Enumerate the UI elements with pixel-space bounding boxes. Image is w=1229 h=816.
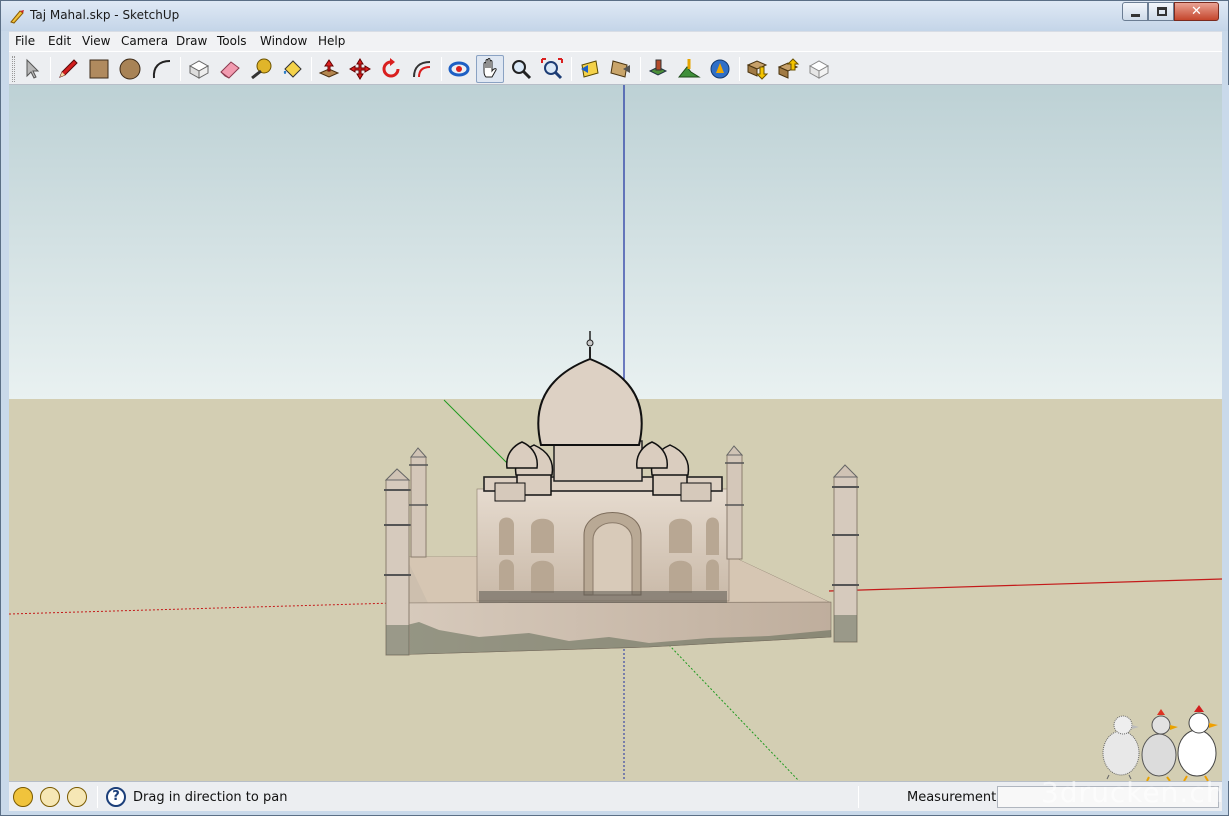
paint-bucket-icon <box>283 60 302 78</box>
tape-measure-icon <box>251 58 272 80</box>
toolbar-separator <box>180 57 181 81</box>
circle-icon <box>119 58 141 80</box>
minimize-button[interactable] <box>1122 2 1148 21</box>
offset-icon <box>413 61 431 78</box>
push-pull-icon <box>318 59 340 78</box>
window-title: Taj Mahal.skp - SketchUp <box>30 8 180 22</box>
line-tool[interactable] <box>54 55 82 83</box>
globe-icon <box>710 59 730 79</box>
status-separator <box>97 786 98 808</box>
move-tool[interactable] <box>346 55 374 83</box>
select-arrow-icon <box>26 58 40 79</box>
zoom-tool[interactable] <box>507 55 535 83</box>
minaret-back-left <box>409 447 428 558</box>
google-earth-tool[interactable] <box>706 55 734 83</box>
zoom-extents-tool[interactable] <box>538 55 566 83</box>
rotate-icon <box>382 58 400 78</box>
warehouse-icon <box>808 60 830 79</box>
next-view-icon <box>610 60 630 78</box>
orbit-tool[interactable] <box>445 55 473 83</box>
copyright-icon[interactable] <box>67 787 87 807</box>
orbit-icon <box>448 61 470 77</box>
minaret-front-right <box>832 464 859 643</box>
move-icon <box>349 58 371 80</box>
push-pull-tool[interactable] <box>315 55 343 83</box>
status-separator <box>858 786 859 808</box>
minaret-back-right <box>725 445 744 560</box>
sky <box>9 85 1222 399</box>
location-icon <box>648 59 668 76</box>
make-component-tool[interactable] <box>185 55 213 83</box>
3d-viewport[interactable] <box>9 85 1222 781</box>
menu-view[interactable]: View <box>82 34 110 48</box>
next-view-tool[interactable] <box>607 55 635 83</box>
eraser-icon <box>220 61 240 79</box>
arc-tool[interactable] <box>147 55 175 83</box>
previous-view-icon <box>581 60 599 78</box>
toolbar-separator <box>571 57 572 81</box>
extension-warehouse-tool[interactable] <box>805 55 833 83</box>
rectangle-tool[interactable] <box>85 55 113 83</box>
watermark: 3drucken.ch <box>1041 776 1225 809</box>
menu-camera[interactable]: Camera <box>121 34 168 48</box>
menu-tools[interactable]: Tools <box>217 34 247 48</box>
previous-view-tool[interactable] <box>576 55 604 83</box>
get-models-icon <box>746 60 769 80</box>
arc-icon <box>152 60 171 79</box>
toolbar-separator <box>739 57 740 81</box>
toolbar-separator <box>311 57 312 81</box>
close-button[interactable]: ✕ <box>1174 2 1219 21</box>
right-edge <box>1222 85 1229 781</box>
menu-bar: File Edit View Camera Draw Tools Window … <box>9 31 1222 51</box>
magnifier-icon <box>512 60 532 80</box>
menu-edit[interactable]: Edit <box>48 34 71 48</box>
toolbar-separator <box>50 57 51 81</box>
share-model-icon <box>777 58 800 79</box>
menu-draw[interactable]: Draw <box>176 34 207 48</box>
sketchup-window: Taj Mahal.skp - SketchUp ✕ File Edit Vie… <box>0 0 1229 816</box>
toolbar-grip[interactable] <box>12 56 15 82</box>
component-icon <box>188 60 210 79</box>
status-hint: Drag in direction to pan <box>133 790 288 805</box>
toggle-terrain-tool[interactable] <box>675 55 703 83</box>
maximize-icon <box>1157 7 1167 16</box>
menu-window[interactable]: Window <box>260 34 307 48</box>
menu-help[interactable]: Help <box>318 34 345 48</box>
offset-tool[interactable] <box>408 55 436 83</box>
instructor-help-icon[interactable]: ? <box>106 787 126 807</box>
pencil-icon <box>59 59 78 78</box>
rotate-tool[interactable] <box>377 55 405 83</box>
measurements-label: Measurements <box>907 790 1004 805</box>
circle-tool[interactable] <box>116 55 144 83</box>
get-models-tool[interactable] <box>743 55 771 83</box>
sketchup-app-icon <box>10 10 24 24</box>
minaret-front-left <box>384 468 411 656</box>
tape-measure-tool[interactable] <box>247 55 275 83</box>
eraser-tool[interactable] <box>216 55 244 83</box>
main-toolbar <box>9 51 1222 85</box>
toolbar-separator <box>441 57 442 81</box>
terrain-icon <box>677 59 701 78</box>
zoom-extents-icon <box>541 58 563 80</box>
maximize-button[interactable] <box>1148 2 1174 21</box>
select-tool[interactable] <box>17 55 45 83</box>
geo-location-icon[interactable] <box>13 787 33 807</box>
share-model-tool[interactable] <box>774 55 802 83</box>
close-icon: ✕ <box>1191 4 1202 19</box>
hand-icon <box>483 58 497 78</box>
model-scene[interactable] <box>9 85 1222 781</box>
rectangle-icon <box>89 59 109 79</box>
paint-bucket-tool[interactable] <box>278 55 306 83</box>
title-bar[interactable]: Taj Mahal.skp - SketchUp ✕ <box>1 1 1228 31</box>
add-location-tool[interactable] <box>644 55 672 83</box>
menu-file[interactable]: File <box>15 34 35 48</box>
pan-tool[interactable] <box>476 55 504 83</box>
credits-icon[interactable] <box>40 787 60 807</box>
minimize-icon <box>1131 14 1140 17</box>
toolbar-separator <box>640 57 641 81</box>
